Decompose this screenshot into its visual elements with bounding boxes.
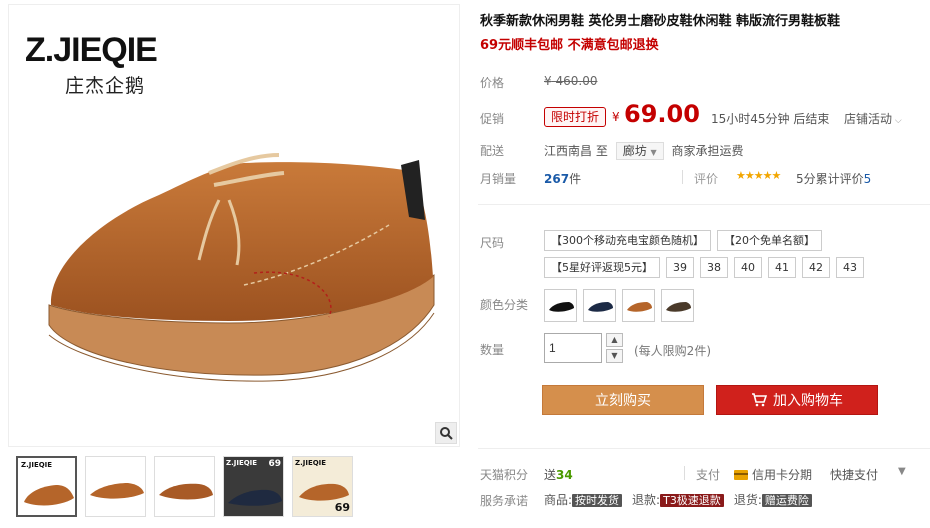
color-swatch-brown[interactable] [622,289,655,322]
thumbnail-5[interactable]: Z.JIEQIE 69 [292,456,353,517]
size-options: 【300个移动充电宝颜色随机】 【20个免单名额】 【5星好评返现5元】 39 … [544,230,930,278]
points-value: 送34 [544,466,573,483]
size-option[interactable]: 41 [768,257,796,278]
shipping-to-word: 至 [595,144,608,158]
destination-city-label: 廊坊 [622,144,647,158]
promise-refund-label: 退款: [632,493,661,507]
promo-label: 促销 [480,112,505,126]
size-label: 尺码 [480,236,505,250]
zoom-icon[interactable] [435,422,457,444]
points-text: 送 [544,468,557,482]
quick-pay[interactable]: 快捷支付 [830,466,878,483]
product-subtitle: 69元顺丰包邮 不满意包邮退换 [480,38,659,53]
original-price: ¥ 460.00 [544,74,597,88]
size-option[interactable]: 39 [666,257,694,278]
quantity-label: 数量 [480,343,505,357]
thumbnail-strip: Z.JIEQIE Z.JIEQIE 69 Z.JIEQIE 69 [16,456,353,517]
size-option[interactable]: 【20个免单名额】 [717,230,822,251]
sales-label: 月销量 [480,172,517,186]
add-to-cart-button[interactable]: 加入购物车 [716,385,878,415]
credit-installment-label: 信用卡分期 [752,468,813,482]
promise-shipping-badge: 按时发货 [572,494,623,507]
points-label: 天猫积分 [480,468,529,482]
quantity-input[interactable] [544,333,602,363]
currency-symbol: ¥ [544,74,552,88]
shipping-info: 江西南昌 至 廊坊 ▼ 商家承担运费 [544,142,744,160]
size-option[interactable]: 40 [734,257,762,278]
size-option[interactable]: 43 [836,257,864,278]
promise-refund-badge: T3极速退款 [660,494,724,507]
chevron-down-icon: ⌵ [892,116,902,126]
size-option[interactable]: 【300个移动充电宝颜色随机】 [544,230,711,251]
product-title: 秋季新款休闲男鞋 英伦男士磨砂皮鞋休闲鞋 韩版流行男鞋板鞋 [480,14,841,29]
countdown-text: 15小时45分钟 后结束 [711,112,830,126]
thumbnail-2[interactable] [85,456,146,517]
size-option[interactable]: 42 [802,257,830,278]
main-product-image[interactable]: Z.JIEQIE 庄杰企鹅 [8,4,460,447]
product-gallery: Z.JIEQIE 庄杰企鹅 Z.JIEQIE Z.JIEQIE 69 Z.JIE… [8,0,460,528]
product-page: Z.JIEQIE 庄杰企鹅 Z.JIEQIE Z.JIEQIE 69 Z.JIE… [0,0,930,528]
chevron-down-icon: ▼ [650,148,657,157]
credit-card-icon [734,469,748,480]
size-option[interactable]: 【5星好评返现5元】 [544,257,660,278]
promise-shipping[interactable]: 商品: 按时发货 [544,491,623,508]
promise-return[interactable]: 退货: 赠运费险 [734,491,812,508]
review-label: 评价 [694,172,719,186]
sales-unit: 件 [569,172,582,186]
section-divider [478,204,930,205]
payment-label: 支付 [696,468,721,482]
price-label: 价格 [480,76,505,90]
monthly-sales: 267件 [544,170,581,187]
store-activity-dropdown[interactable]: 店铺活动 ⌵ [844,110,902,127]
color-swatch-navy[interactable] [583,289,616,322]
thumbnail-1[interactable]: Z.JIEQIE [16,456,77,517]
service-promise-label: 服务承诺 [480,494,529,508]
current-currency-symbol: ¥ [612,110,620,124]
destination-city-select[interactable]: 廊坊 ▼ [615,142,664,160]
buy-now-button[interactable]: 立刻购买 [542,385,704,415]
shipping-fee: 商家承担运费 [671,144,744,158]
thumbnail-4[interactable]: Z.JIEQIE 69 [223,456,284,517]
credit-installment[interactable]: 信用卡分期 [734,466,812,483]
shoe-image [48,153,435,382]
review-text: 5分累计评价 [796,172,864,186]
current-price: 69.00 [624,100,700,128]
original-price-value: 460.00 [555,74,598,88]
promise-shipping-label: 商品: [544,493,573,507]
promise-refund[interactable]: 退款: T3极速退款 [632,491,724,508]
star-rating-icon: ★★★★★ [736,169,781,182]
quantity-increase-button[interactable]: ▲ [606,333,623,347]
store-activity-label: 店铺活动 [844,112,893,126]
cart-icon [752,393,767,407]
promo-tag: 限时打折 [544,107,607,127]
color-label: 颜色分类 [480,298,529,312]
size-option[interactable]: 38 [700,257,728,278]
product-info: 秋季新款休闲男鞋 英伦男士磨砂皮鞋休闲鞋 韩版流行男鞋板鞋 69元顺丰包邮 不满… [478,0,930,528]
divider [682,170,683,184]
shipping-from: 江西南昌 [544,144,593,158]
review-count-link[interactable]: 5分累计评价5 [796,170,871,187]
points-number: 34 [556,468,573,482]
quantity-decrease-button[interactable]: ▼ [606,349,623,363]
divider [684,466,685,480]
promise-return-label: 退货: [733,493,762,507]
chevron-down-icon[interactable]: ▼ [898,466,906,477]
shipping-label: 配送 [480,144,505,158]
thumbnail-3[interactable] [154,456,215,517]
color-options [544,289,694,322]
review-count: 5 [863,172,872,186]
purchase-limit: (每人限购2件) [634,344,711,358]
add-to-cart-label: 加入购物车 [773,393,843,409]
color-swatch-dark-brown[interactable] [661,289,694,322]
color-swatch-black[interactable] [544,289,577,322]
sales-count: 267 [544,172,570,186]
section-divider [478,448,930,449]
service-promises: 商品: 按时发货 退款: T3极速退款 退货: 赠运费险 [544,491,812,508]
promise-return-badge: 赠运费险 [761,494,812,507]
